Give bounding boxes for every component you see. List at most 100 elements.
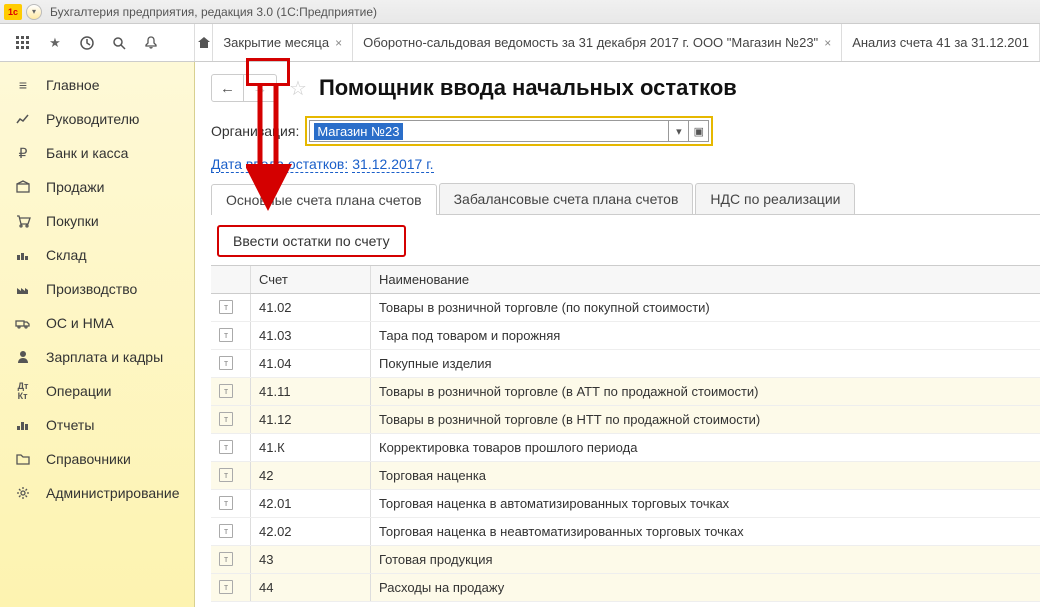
tab-main-accounts[interactable]: Основные счета плана счетов: [211, 184, 437, 215]
tab-closing-month[interactable]: Закрытие месяца ×: [213, 24, 353, 61]
enter-balances-button[interactable]: Ввести остатки по счету: [217, 225, 406, 257]
app-logo-icon: 1c: [4, 4, 22, 20]
cell-account: 42: [251, 462, 371, 489]
account-icon: т: [219, 356, 233, 370]
open-card-icon[interactable]: ▣: [689, 120, 709, 142]
sidebar-item-main[interactable]: ≡Главное: [0, 68, 194, 102]
cell-account: 41.02: [251, 294, 371, 321]
tab-label: Закрытие месяца: [223, 35, 329, 50]
organization-input[interactable]: Магазин №23: [309, 120, 669, 142]
sidebar-item-dictionaries[interactable]: Справочники: [0, 442, 194, 476]
account-icon: т: [219, 300, 233, 314]
table-row[interactable]: т41.03Тара под товаром и порожняя: [211, 322, 1040, 350]
sidebar-item-label: Продажи: [46, 179, 104, 195]
account-icon: т: [219, 552, 233, 566]
account-icon: т: [219, 384, 233, 398]
sidebar-item-bank[interactable]: ₽Банк и касса: [0, 136, 194, 170]
table-row[interactable]: т42.01Торговая наценка в автоматизирован…: [211, 490, 1040, 518]
cell-name: Торговая наценка: [371, 462, 1040, 489]
date-label: Дата ввода остатков:: [211, 156, 348, 173]
sidebar: ≡Главное Руководителю ₽Банк и касса Прод…: [0, 62, 195, 607]
top-toolbar: ★ Закрытие месяца × Оборотно-сальдовая в…: [0, 24, 1040, 62]
sidebar-item-operations[interactable]: ДтКт Операции: [0, 374, 194, 408]
tab-offbalance-accounts[interactable]: Забалансовые счета плана счетов: [439, 183, 694, 214]
table-row[interactable]: т41.ККорректировка товаров прошлого пери…: [211, 434, 1040, 462]
sidebar-item-director[interactable]: Руководителю: [0, 102, 194, 136]
ruble-icon: ₽: [14, 144, 32, 162]
folder-icon: [14, 450, 32, 468]
cell-name: Товары в розничной торговле (по покупной…: [371, 294, 1040, 321]
grid-header: Счет Наименование: [211, 266, 1040, 294]
table-row[interactable]: т 41.11Товары в розничной торговле (в АТТ…: [211, 378, 1040, 406]
cell-account: 42.02: [251, 518, 371, 545]
close-icon[interactable]: ×: [335, 36, 342, 50]
account-icon: т: [219, 328, 233, 342]
sidebar-item-label: ОС и НМА: [46, 315, 114, 331]
menu-lines-icon: ≡: [14, 76, 32, 94]
cell-account: 44: [251, 574, 371, 601]
tab-label: Забалансовые счета плана счетов: [454, 191, 679, 207]
account-icon: т: [219, 524, 233, 538]
account-icon: т: [219, 440, 233, 454]
favorite-star-icon[interactable]: ☆: [289, 76, 307, 101]
sidebar-item-label: Производство: [46, 281, 137, 297]
cell-name: Товары в розничной торговле (в АТТ по пр…: [371, 378, 1040, 405]
table-row[interactable]: т 42.02Торговая наценка в неавтоматизиров…: [211, 518, 1040, 546]
sidebar-item-reports[interactable]: Отчеты: [0, 408, 194, 442]
cell-name: Товары в розничной торговле (в НТТ по пр…: [371, 406, 1040, 433]
star-icon[interactable]: ★: [46, 34, 64, 52]
truck-icon: [14, 314, 32, 332]
cell-account: 41.11: [251, 378, 371, 405]
table-row[interactable]: т43Готовая продукция: [211, 546, 1040, 574]
sidebar-item-label: Операции: [46, 383, 112, 399]
apps-grid-icon[interactable]: [14, 34, 32, 52]
organization-field-highlight: Магазин №23 ▾ ▣: [305, 116, 713, 146]
sidebar-item-label: Руководителю: [46, 111, 139, 127]
sidebar-item-purchases[interactable]: Покупки: [0, 204, 194, 238]
sidebar-item-sales[interactable]: Продажи: [0, 170, 194, 204]
accounts-grid: Счет Наименование т41.02Товары в розничн…: [211, 265, 1040, 602]
table-row[interactable]: т41.04Покупные изделия: [211, 350, 1040, 378]
forward-button[interactable]: →: [244, 75, 276, 101]
dtkt-icon: ДтКт: [14, 382, 32, 400]
cell-account: 41.04: [251, 350, 371, 377]
table-row[interactable]: т 41.02Товары в розничной торговле (по по…: [211, 294, 1040, 322]
inner-tabs: Основные счета плана счетов Забалансовые…: [211, 183, 1040, 215]
sidebar-item-warehouse[interactable]: Склад: [0, 238, 194, 272]
table-row[interactable]: т 44Расходы на продажу: [211, 574, 1040, 602]
account-icon: т: [219, 580, 233, 594]
sidebar-item-assets[interactable]: ОС и НМА: [0, 306, 194, 340]
cell-name: Корректировка товаров прошлого периода: [371, 434, 1040, 461]
cell-name: Расходы на продажу: [371, 574, 1040, 601]
sidebar-item-label: Администрирование: [46, 485, 180, 501]
nav-buttons: ← →: [211, 74, 277, 102]
titlebar-dropdown-icon[interactable]: ▾: [26, 4, 42, 20]
balances-date-link[interactable]: Дата ввода остатков: 31.12.2017 г.: [211, 156, 434, 173]
tab-account-analysis[interactable]: Анализ счета 41 за 31.12.201: [842, 24, 1040, 61]
grid-head-account[interactable]: Счет: [251, 266, 371, 293]
sidebar-item-admin[interactable]: Администрирование: [0, 476, 194, 510]
cell-account: 42.01: [251, 490, 371, 517]
cell-account: 43: [251, 546, 371, 573]
tab-label: Анализ счета 41 за 31.12.201: [852, 35, 1029, 50]
box-icon: [14, 178, 32, 196]
table-row[interactable]: т42Торговая наценка: [211, 462, 1040, 490]
date-value: 31.12.2017 г.: [352, 156, 433, 173]
tab-osv[interactable]: Оборотно-сальдовая ведомость за 31 декаб…: [353, 24, 842, 61]
sidebar-item-salary[interactable]: Зарплата и кадры: [0, 340, 194, 374]
cell-name: Торговая наценка в неавтоматизированных …: [371, 518, 1040, 545]
home-tab-icon[interactable]: [195, 24, 213, 61]
history-icon[interactable]: [78, 34, 96, 52]
grid-head-icon: [211, 266, 251, 293]
window-title: Бухгалтерия предприятия, редакция 3.0 (1…: [50, 5, 377, 19]
table-row[interactable]: т41.12Товары в розничной торговле (в НТТ…: [211, 406, 1040, 434]
dropdown-icon[interactable]: ▾: [669, 120, 689, 142]
tab-label: Оборотно-сальдовая ведомость за 31 декаб…: [363, 35, 818, 50]
close-icon[interactable]: ×: [824, 36, 831, 50]
grid-head-name[interactable]: Наименование: [371, 266, 1040, 293]
tab-vat-sales[interactable]: НДС по реализации: [695, 183, 855, 214]
bell-icon[interactable]: [142, 34, 160, 52]
search-icon[interactable]: [110, 34, 128, 52]
sidebar-item-production[interactable]: Производство: [0, 272, 194, 306]
back-button[interactable]: ←: [212, 75, 244, 101]
